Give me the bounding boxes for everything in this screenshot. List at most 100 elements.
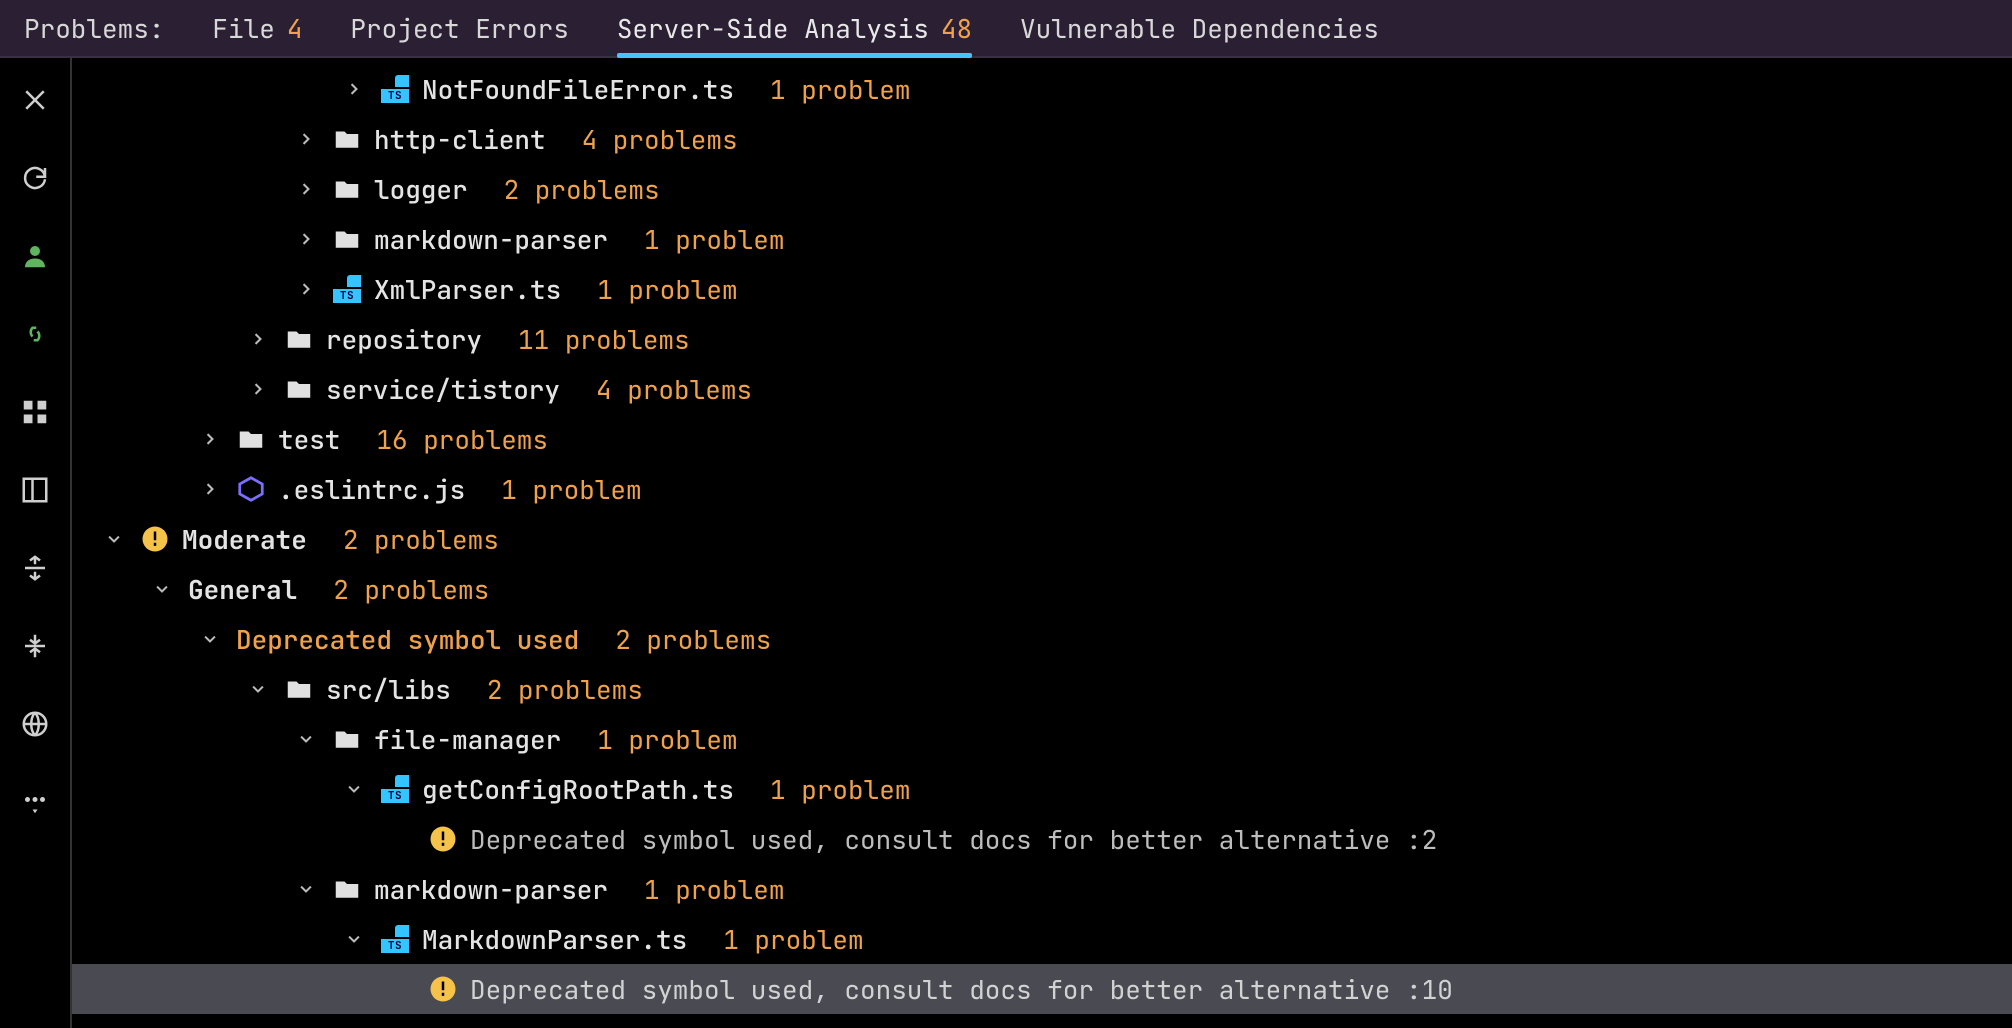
warning-icon: [140, 524, 170, 554]
problems-heading: Problems:: [24, 11, 164, 46]
problem-count: 2 problems: [504, 172, 660, 207]
chevron-down-icon[interactable]: [340, 775, 368, 803]
tree-row[interactable]: General 2 problems: [72, 564, 2012, 614]
tab-label: Server-Side Analysis: [617, 11, 929, 46]
chevron-right-icon[interactable]: [292, 225, 320, 253]
tree-row[interactable]: TSgetConfigRootPath.ts1 problem: [72, 764, 2012, 814]
warning-icon: [428, 974, 458, 1004]
tab-count: 48: [941, 11, 972, 46]
problem-message: Deprecated symbol used, consult docs for…: [470, 822, 1437, 857]
tree-row[interactable]: markdown-parser 1 problem: [72, 214, 2012, 264]
chevron-right-icon[interactable]: [244, 325, 272, 353]
typescript-file-icon: TS: [380, 74, 410, 104]
tree-label: repository: [326, 322, 482, 357]
folder-icon: [284, 324, 314, 354]
chevron-down-icon[interactable]: [244, 675, 272, 703]
problem-count: 1 problem: [501, 472, 641, 507]
tab-label: File: [212, 11, 274, 46]
problem-count: 11 problems: [518, 322, 690, 357]
tree-label: logger: [374, 172, 468, 207]
tree-row[interactable]: test16 problems: [72, 414, 2012, 464]
tree-label: markdown-parser: [374, 872, 608, 907]
folder-icon: [332, 724, 362, 754]
chevron-right-icon[interactable]: [196, 475, 224, 503]
folder-icon: [284, 374, 314, 404]
collapse-vertical-icon[interactable]: [13, 624, 57, 668]
typescript-file-icon: TS: [380, 774, 410, 804]
tab-label: Project Errors: [350, 11, 568, 46]
chevron-down-icon[interactable]: [196, 625, 224, 653]
tree-label: service/tistory: [326, 372, 560, 407]
chevron-down-icon[interactable]: [148, 575, 176, 603]
eslint-icon: [236, 474, 266, 504]
tree-label: http-client: [374, 122, 546, 157]
chevron-down-icon[interactable]: [292, 875, 320, 903]
problem-item[interactable]: Deprecated symbol used, consult docs for…: [72, 964, 2012, 1014]
folder-icon: [332, 124, 362, 154]
problem-count: 1 problem: [597, 722, 737, 757]
problem-count: 1 problem: [644, 222, 784, 257]
tree-row[interactable]: http-client4 problems: [72, 114, 2012, 164]
tree-row[interactable]: Deprecated symbol used2 problems: [72, 614, 2012, 664]
tab-file[interactable]: File 4: [212, 0, 302, 56]
chevron-right-icon[interactable]: [196, 425, 224, 453]
tree-row[interactable]: markdown-parser 1 problem: [72, 864, 2012, 914]
chevron-right-icon[interactable]: [292, 175, 320, 203]
problem-count: 2 problems: [343, 522, 499, 557]
globe-icon[interactable]: [13, 702, 57, 746]
tree-row[interactable]: .eslintrc.js 1 problem: [72, 464, 2012, 514]
problem-count: 1 problem: [723, 922, 863, 957]
tree-row[interactable]: src/libs2 problems: [72, 664, 2012, 714]
tree-label: markdown-parser: [374, 222, 608, 257]
tree-label: test: [278, 422, 340, 457]
layout-icon[interactable]: [13, 468, 57, 512]
chevron-right-icon[interactable]: [292, 275, 320, 303]
problems-tree[interactable]: TSNotFoundFileError.ts1 problemhttp-clie…: [72, 58, 2012, 1028]
folder-icon: [332, 874, 362, 904]
expand-vertical-icon[interactable]: [13, 546, 57, 590]
folder-icon: [284, 674, 314, 704]
tree-label: .eslintrc.js: [278, 472, 465, 507]
tree-row[interactable]: repository 11 problems: [72, 314, 2012, 364]
refresh-icon[interactable]: [13, 156, 57, 200]
tab-server-side-analysis[interactable]: Server-Side Analysis 48: [617, 0, 972, 56]
problem-count: 1 problem: [770, 72, 910, 107]
link-icon[interactable]: [13, 312, 57, 356]
problem-item[interactable]: Deprecated symbol used, consult docs for…: [72, 814, 2012, 864]
tree-row[interactable]: service/tistory4 problems: [72, 364, 2012, 414]
chevron-right-icon[interactable]: [340, 75, 368, 103]
tree-row[interactable]: file-manager1 problem: [72, 714, 2012, 764]
typescript-file-icon: TS: [380, 924, 410, 954]
chevron-down-icon[interactable]: [292, 725, 320, 753]
tab-project-errors[interactable]: Project Errors: [350, 0, 568, 56]
problem-count: 2 problems: [615, 622, 771, 657]
tree-label: MarkdownParser.ts: [422, 922, 687, 957]
tree-row[interactable]: logger 2 problems: [72, 164, 2012, 214]
warning-icon: [428, 824, 458, 854]
tree-row[interactable]: TS MarkdownParser.ts 1 problem: [72, 914, 2012, 964]
tree-row[interactable]: TSXmlParser.ts1 problem: [72, 264, 2012, 314]
problem-message: Deprecated symbol used, consult docs for…: [470, 972, 1453, 1007]
folder-icon: [332, 174, 362, 204]
problem-count: 2 problems: [333, 572, 489, 607]
problem-count: 1 problem: [644, 872, 784, 907]
tree-row[interactable]: TSNotFoundFileError.ts1 problem: [72, 64, 2012, 114]
problem-count: 1 problem: [597, 272, 737, 307]
tab-count: 4: [287, 11, 303, 46]
tree-label: src/libs: [326, 672, 451, 707]
chevron-down-icon[interactable]: [100, 525, 128, 553]
tab-label: Vulnerable Dependencies: [1020, 11, 1379, 46]
tree-label: XmlParser.ts: [374, 272, 561, 307]
person-icon[interactable]: [13, 234, 57, 278]
close-icon[interactable]: [13, 78, 57, 122]
tab-vulnerable-dependencies[interactable]: Vulnerable Dependencies: [1020, 0, 1379, 56]
tree-label: General: [188, 572, 297, 607]
tree-row[interactable]: Moderate 2 problems: [72, 514, 2012, 564]
grid-icon[interactable]: [13, 390, 57, 434]
chevron-right-icon[interactable]: [292, 125, 320, 153]
chevron-down-icon[interactable]: [340, 925, 368, 953]
more-icon[interactable]: [13, 780, 57, 824]
chevron-right-icon[interactable]: [244, 375, 272, 403]
tree-label: Moderate: [182, 522, 307, 557]
folder-icon: [236, 424, 266, 454]
